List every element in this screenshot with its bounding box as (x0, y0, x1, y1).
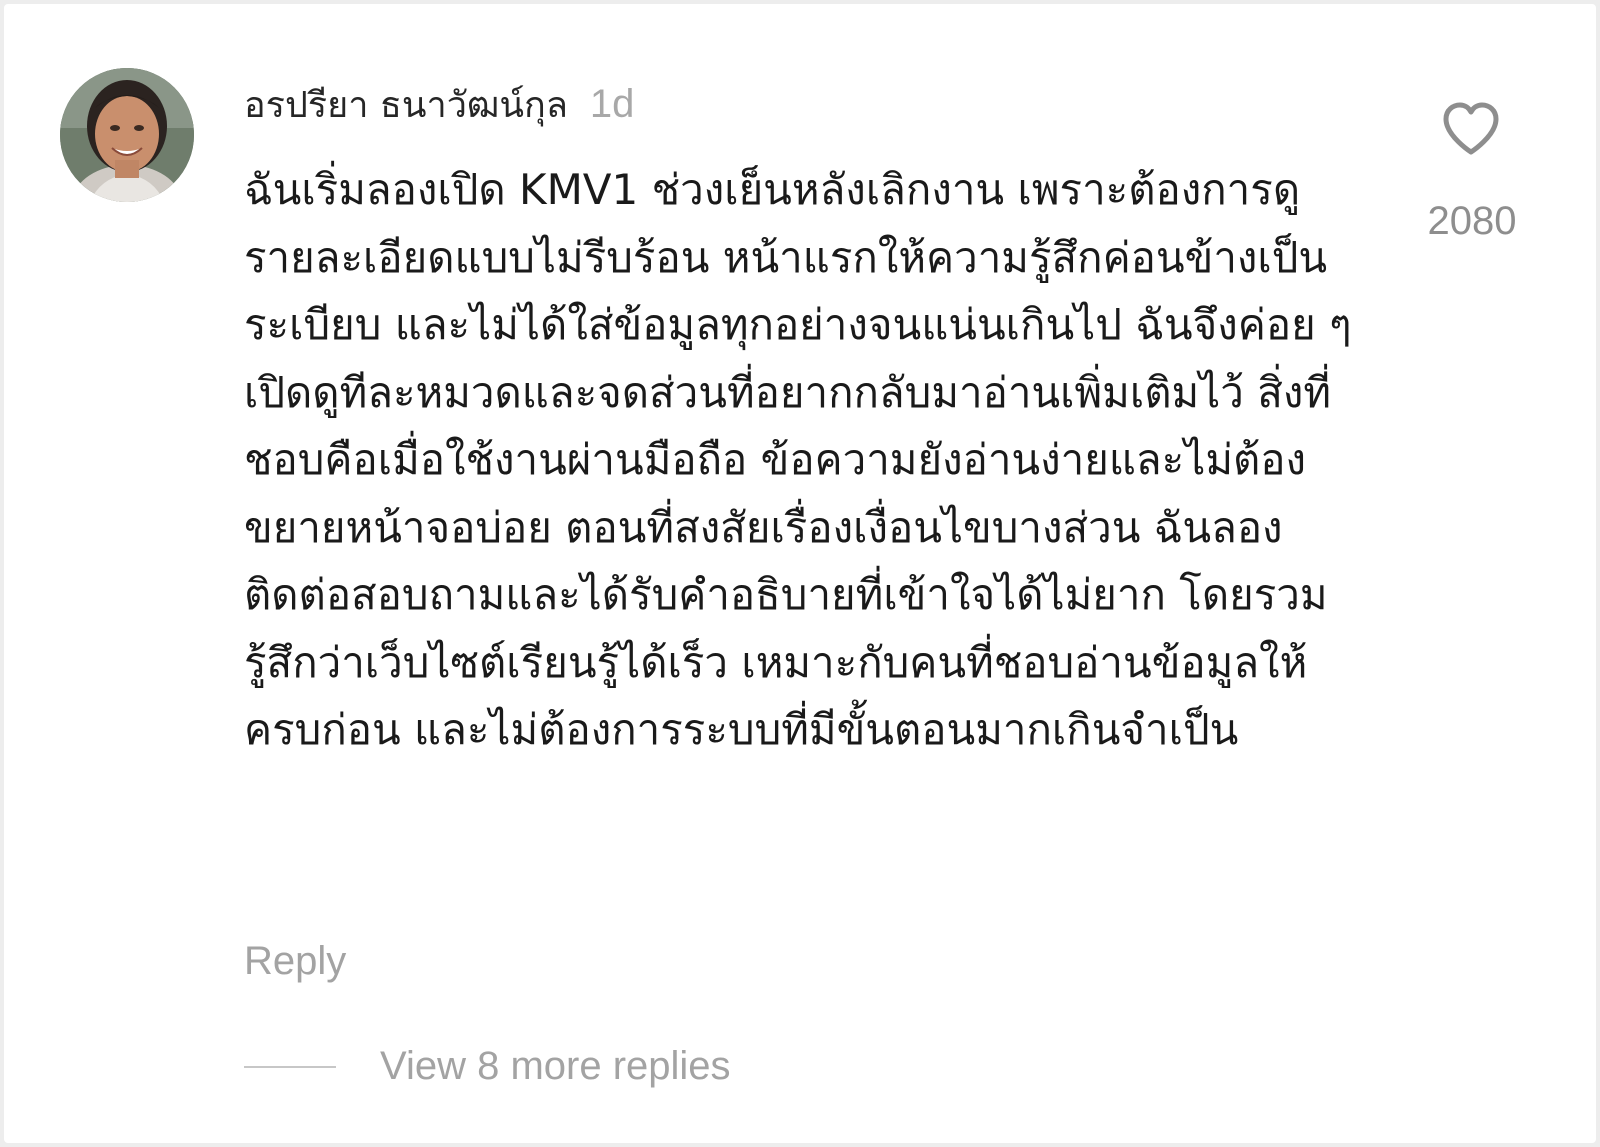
author-name[interactable]: อรปรียา ธนาวัฒน์กุล (244, 76, 568, 133)
reply-button[interactable]: Reply (244, 939, 346, 984)
timestamp: 1d (589, 82, 635, 126)
comment-card: อรปรียา ธนาวัฒน์กุล 1d ฉันเริ่มลองเปิด K… (4, 4, 1596, 1143)
like-button[interactable] (1440, 100, 1502, 158)
view-more-replies-label: View 8 more replies (380, 1044, 731, 1088)
comment-text: ฉันเริ่มลองเปิด KMV1 ช่วงเย็นหลังเลิกงาน… (244, 165, 1352, 754)
replies-divider-line (244, 1065, 336, 1068)
comment-header: อรปรียา ธนาวัฒน์กุล 1d (244, 76, 634, 126)
view-more-replies-button[interactable]: View 8 more replies (244, 1044, 731, 1089)
avatar[interactable] (60, 68, 194, 202)
avatar-image (60, 68, 194, 202)
like-count: 2080 (1427, 199, 1517, 243)
heart-outline-icon (1443, 102, 1499, 155)
